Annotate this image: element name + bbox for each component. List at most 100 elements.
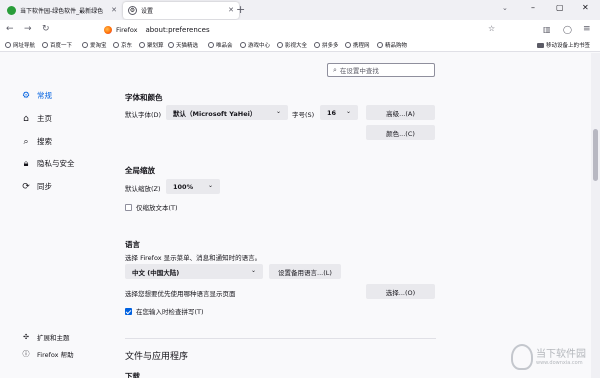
globe-icon — [113, 42, 119, 48]
default-font-select[interactable]: 默认（Microsoft YaHei） ⌄ — [166, 105, 288, 120]
puzzle-icon: ✣ — [23, 333, 29, 341]
globe-icon — [42, 42, 48, 48]
mobile-bookmarks-folder[interactable]: 移动设备上的书签 — [537, 41, 590, 49]
bookmark-item[interactable]: 京东 — [113, 41, 132, 49]
globe-icon — [82, 42, 88, 48]
bookmark-item[interactable]: 携程网 — [345, 41, 370, 49]
chevron-down-icon: ⌄ — [275, 108, 281, 115]
font-size-label: 字号(S) — [292, 111, 315, 119]
watermark-logo-icon — [511, 344, 533, 370]
globe-icon — [314, 42, 320, 48]
reload-icon[interactable]: ↻ — [42, 24, 50, 35]
tab-downxia[interactable]: 当下软件园-绿色软件_最新绿色 ✕ — [2, 2, 122, 19]
gear-icon: ⚙ — [21, 90, 31, 101]
spellcheck-checkbox[interactable]: 在您输入时检查拼写(T) — [125, 306, 204, 316]
bookmark-item[interactable]: 天猫精选 — [168, 41, 198, 49]
category-sync[interactable]: ⟳ 同步 — [20, 181, 52, 192]
folder-icon — [537, 42, 544, 48]
category-general[interactable]: ⚙ 常规 — [20, 90, 52, 101]
bookmark-item[interactable]: 网址导航 — [5, 41, 35, 49]
scrollbar[interactable] — [591, 53, 600, 378]
tab-title: 设置 — [141, 8, 154, 15]
watermark-url: www.downxia.com — [536, 360, 583, 366]
advanced-fonts-button[interactable]: 高级...(A) — [366, 105, 435, 120]
url-bar[interactable]: Firefox about:preferences — [97, 23, 501, 37]
default-font-label: 默认字体(D) — [125, 111, 162, 119]
lock-icon: 🔒︎ — [23, 158, 29, 169]
sync-icon: ⟳ — [22, 181, 30, 192]
zoom-heading: 全局缩放 — [125, 166, 155, 175]
bookmark-item[interactable]: 精品购物 — [377, 41, 407, 49]
watermark-title: 当下软件园 — [536, 349, 586, 360]
bookmark-item[interactable]: 聚划算 — [139, 41, 164, 49]
gear-favicon-icon: ⚙ — [128, 6, 137, 15]
scrollbar-thumb[interactable] — [593, 129, 598, 181]
colors-button[interactable]: 颜色...(C) — [366, 125, 435, 140]
checkbox-checked[interactable] — [125, 307, 132, 315]
help-icon: ⓘ — [22, 350, 30, 358]
firefox-logo-icon — [104, 26, 112, 34]
globe-icon — [208, 42, 214, 48]
language-heading: 语言 — [125, 240, 140, 249]
preferences-page: ⌕ 在设置中查找 ⚙ 常规 ⌂ 主页 ⌕ 搜索 🔒︎ 隐私与安全 ⟳ 同步 ✣ … — [0, 53, 600, 378]
category-home[interactable]: ⌂ 主页 — [20, 113, 52, 124]
menu-icon[interactable]: ≡ — [583, 24, 591, 35]
globe-icon — [168, 42, 174, 48]
bookmarks-toolbar: 网址导航 百度一下 爱淘宝 京东 聚划算 天猫精选 唯品会 游戏中心 影视大全 … — [0, 40, 600, 52]
bookmark-item[interactable]: 爱淘宝 — [82, 41, 107, 49]
extensions-themes-link[interactable]: ✣ 扩展和主题 — [20, 332, 69, 342]
bookmark-star-icon[interactable]: ☆ — [488, 24, 495, 33]
maximize-icon[interactable]: ▢ — [556, 3, 564, 12]
zoom-text-only-checkbox[interactable]: 仅缩放文本(T) — [125, 202, 178, 212]
close-window-icon[interactable]: ✕ — [582, 3, 589, 12]
search-placeholder: 在设置中查找 — [339, 67, 379, 75]
bookmark-item[interactable]: 游戏中心 — [240, 41, 270, 49]
settings-search-input[interactable]: ⌕ 在设置中查找 — [327, 63, 435, 77]
language-description: 选择 Firefox 显示菜单、消息和通知时的语言。 — [125, 254, 262, 262]
downloads-heading: 下载 — [125, 372, 140, 378]
url-text[interactable]: about:preferences — [146, 26, 210, 34]
library-icon[interactable]: ▥ — [543, 24, 551, 35]
watermark: 当下软件园 www.downxia.com — [511, 342, 597, 376]
firefox-help-link[interactable]: ⓘ Firefox 帮助 — [20, 349, 74, 359]
category-privacy[interactable]: 🔒︎ 隐私与安全 — [20, 158, 75, 169]
bookmark-item[interactable]: 影视大全 — [277, 41, 307, 49]
tab-title: 当下软件园-绿色软件_最新绿色 — [20, 8, 104, 15]
identity-label: Firefox — [116, 26, 138, 34]
tab-strip: 当下软件园-绿色软件_最新绿色 ✕ ⚙ 设置 ✕ + ⌄ – ▢ ✕ — [0, 0, 600, 20]
bookmark-item[interactable]: 拼多多 — [314, 41, 339, 49]
globe-icon — [277, 42, 283, 48]
bookmark-item[interactable]: 唯品会 — [208, 41, 233, 49]
forward-arrow-icon[interactable]: → — [24, 24, 32, 35]
font-size-select[interactable]: 16 ⌄ — [320, 105, 358, 120]
new-tab-button[interactable]: + — [236, 3, 245, 16]
search-icon: ⌕ — [23, 136, 29, 147]
close-tab-icon[interactable]: ✕ — [111, 6, 117, 15]
set-alternatives-button[interactable]: 设置备用语言...(L) — [269, 264, 341, 279]
category-search[interactable]: ⌕ 搜索 — [20, 136, 52, 147]
chevron-down-icon: ⌄ — [207, 182, 213, 189]
fonts-heading: 字体和颜色 — [125, 93, 163, 102]
page-language-label: 选择您想要优先使用哪种语言显示页面 — [125, 290, 236, 298]
minimize-icon[interactable]: – — [531, 3, 535, 12]
globe-icon — [377, 42, 383, 48]
checkbox-unchecked[interactable] — [125, 203, 132, 211]
back-arrow-icon[interactable]: ← — [6, 24, 14, 35]
globe-icon — [5, 42, 11, 48]
default-zoom-select[interactable]: 100% ⌄ — [166, 179, 220, 194]
site-favicon-icon — [7, 6, 16, 15]
language-select[interactable]: 中文 (中国大陆) ⌄ — [125, 264, 263, 279]
section-divider — [125, 338, 436, 339]
chevron-down-icon: ⌄ — [345, 108, 351, 115]
account-icon[interactable]: ◯ — [563, 24, 572, 35]
choose-languages-button[interactable]: 选择...(O) — [366, 284, 435, 299]
search-icon: ⌕ — [333, 65, 337, 74]
files-apps-heading: 文件与应用程序 — [125, 352, 189, 362]
close-tab-icon[interactable]: ✕ — [228, 6, 234, 15]
default-zoom-label: 默认缩放(Z) — [125, 185, 161, 193]
tab-settings[interactable]: ⚙ 设置 ✕ — [123, 2, 239, 19]
chevron-down-icon: ⌄ — [250, 267, 256, 274]
bookmark-item[interactable]: 百度一下 — [42, 41, 72, 49]
navigation-toolbar: ← → ↻ Firefox about:preferences ▥ ◯ ≡ — [0, 20, 600, 40]
tab-list-chevron-icon[interactable]: ⌄ — [502, 4, 508, 12]
